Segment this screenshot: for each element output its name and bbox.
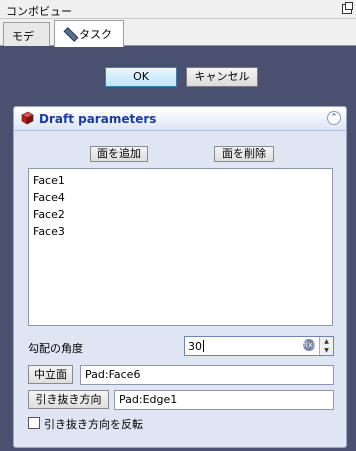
panel-title: Draft parameters [39,112,157,126]
panel-header[interactable]: Draft parameters ⌃ [14,107,346,131]
pull-direction-button[interactable]: 引き抜き方向 [28,390,109,409]
spin-arrows: ▲ ▼ [319,337,333,355]
list-item[interactable]: Face2 [29,206,332,223]
draft-angle-value: 30 [188,340,202,353]
list-item[interactable]: Face3 [29,223,332,240]
tab-bar: モデル タスク [0,19,356,59]
tab-task-label: タスク [79,28,112,41]
pull-direction-field[interactable]: Pad:Edge1 [114,390,334,410]
draft-angle-spinbox[interactable]: 30 f(x) ▲ ▼ [184,336,334,356]
spin-down-icon[interactable]: ▼ [320,346,333,355]
ok-button[interactable]: OK [105,67,177,87]
float-icon[interactable] [342,2,353,14]
add-face-button[interactable]: 面を追加 [90,146,148,162]
remove-face-button[interactable]: 面を削除 [214,146,274,162]
collapse-icon[interactable]: ⌃ [327,111,341,125]
pencil-icon [63,28,75,40]
tab-model[interactable]: モデル [3,22,50,59]
neutral-plane-field[interactable]: Pad:Face6 [80,365,334,385]
tab-task[interactable]: タスク [54,20,124,47]
reverse-direction-checkbox[interactable] [28,417,40,429]
spin-up-icon[interactable]: ▲ [320,337,333,346]
face-list[interactable]: Face1 Face4 Face2 Face3 [28,168,333,326]
cancel-button[interactable]: キャンセル [186,67,258,87]
draft-icon [21,111,34,125]
window-title: コンボビュー [6,5,72,18]
title-bar: コンボビュー [0,0,356,19]
neutral-plane-button[interactable]: 中立面 [28,365,73,384]
list-item[interactable]: Face1 [29,172,332,189]
text-caret [203,340,204,352]
expression-icon[interactable]: f(x) [303,339,315,351]
draft-angle-label: 勾配の角度 [28,342,83,355]
reverse-direction-label[interactable]: 引き抜き方向を反転 [44,416,143,432]
list-item[interactable]: Face4 [29,189,332,206]
task-panel-area: OK キャンセル Draft parameters ⌃ 面を追加 面を削除 Fa… [0,46,356,451]
draft-parameters-panel: Draft parameters ⌃ 面を追加 面を削除 Face1 Face4… [13,106,347,448]
